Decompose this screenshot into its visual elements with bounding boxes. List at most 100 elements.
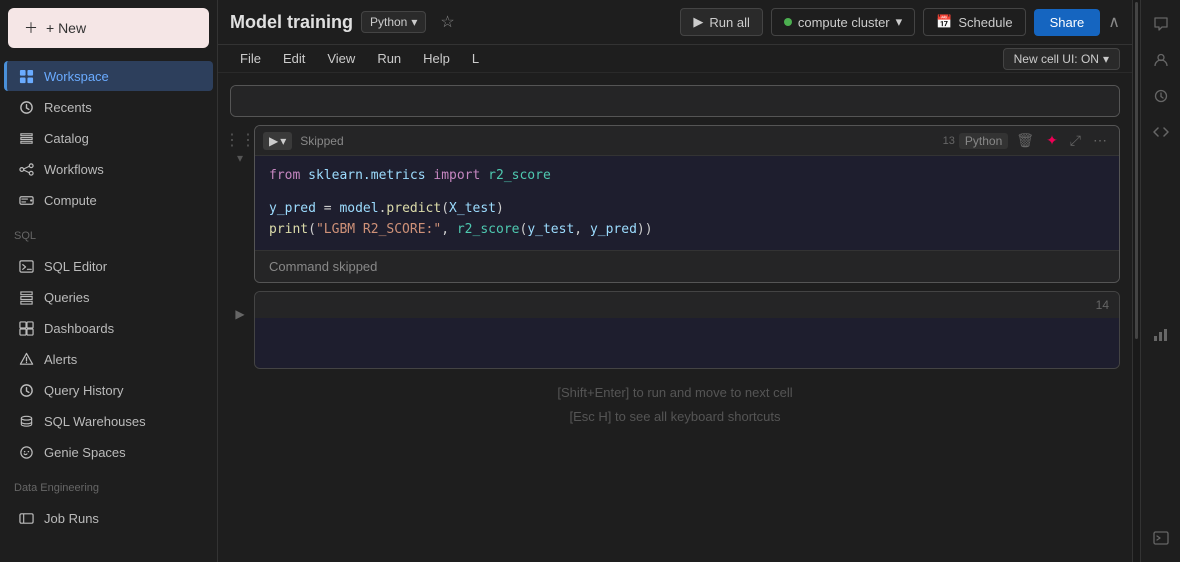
cluster-button[interactable]: compute cluster ▾	[771, 8, 915, 36]
dashboards-icon	[18, 320, 34, 336]
schedule-label: Schedule	[958, 15, 1012, 30]
cell-14-number: 14	[1096, 298, 1109, 312]
cluster-chevron-icon: ▾	[896, 14, 903, 30]
notebook-content[interactable]: ⋮⋮ ▾ ▶ ▾ Skipped 13 Python 🗑 ✦ ⤢	[218, 73, 1132, 562]
sql-nav: SQL Editor Queries Dashboards Alerts Que…	[0, 246, 217, 472]
star-button[interactable]: ☆	[434, 10, 460, 34]
sidebar-item-recents[interactable]: Recents	[4, 92, 213, 122]
catalog-icon	[18, 130, 34, 146]
new-cell-chevron-icon: ▾	[1103, 52, 1109, 66]
cell-13-language: Python	[959, 133, 1008, 149]
run-cell-13-button[interactable]: ▶ ▾	[263, 132, 292, 150]
menu-bar: File Edit View Run Help L New cell UI: O…	[218, 45, 1132, 73]
schedule-button[interactable]: 📅 Schedule	[923, 8, 1025, 36]
keyboard-hints: [Shift+Enter] to run and move to next ce…	[230, 381, 1120, 428]
query-history-label: Query History	[44, 383, 123, 398]
code-line-3: print("LGBM R2_SCORE:", r2_score(y_test,…	[269, 220, 1105, 241]
notebook-title: Model training	[230, 12, 353, 33]
cell-14[interactable]: 14	[254, 291, 1120, 369]
genie-spaces-icon	[18, 444, 34, 460]
menu-view[interactable]: View	[317, 47, 365, 70]
sidebar-item-workspace[interactable]: Workspace	[4, 61, 213, 91]
collapse-sidebar-button[interactable]: ∧	[1108, 12, 1120, 32]
catalog-label: Catalog	[44, 131, 89, 146]
sidebar-item-compute[interactable]: Compute	[4, 185, 213, 215]
cell-13: ▶ ▾ Skipped 13 Python 🗑 ✦ ⤢ ⋯ from sklea…	[254, 125, 1120, 283]
drag-handle-icon[interactable]: ⋮⋮	[224, 133, 256, 149]
menu-file[interactable]: File	[230, 47, 271, 70]
genie-spaces-label: Genie Spaces	[44, 445, 126, 460]
sidebar-item-genie-spaces[interactable]: Genie Spaces	[4, 437, 213, 467]
play-icon: ▶	[693, 14, 703, 30]
workflows-icon	[18, 161, 34, 177]
language-label: Python	[370, 15, 407, 29]
language-selector[interactable]: Python ▾	[361, 11, 426, 33]
sidebar-item-workflows[interactable]: Workflows	[4, 154, 213, 184]
hint-line-2: [Esc H] to see all keyboard shortcuts	[230, 405, 1120, 428]
queries-icon	[18, 289, 34, 305]
compute-label: Compute	[44, 193, 97, 208]
cluster-status-dot	[784, 18, 792, 26]
cell-13-expand-button[interactable]: ⤢	[1066, 130, 1085, 151]
workspace-icon	[18, 68, 34, 84]
code-icon[interactable]	[1145, 116, 1177, 148]
sidebar: ＋ + New Workspace Recents Catalog Work	[0, 0, 218, 562]
menu-l[interactable]: L	[462, 47, 489, 70]
cell-13-number: 13	[943, 135, 955, 147]
main-nav: Workspace Recents Catalog Workflows Comp…	[0, 56, 217, 220]
alerts-label: Alerts	[44, 352, 77, 367]
job-runs-label: Job Runs	[44, 511, 99, 526]
cell-13-ai-button[interactable]: ✦	[1042, 130, 1062, 151]
top-bar: Model training Python ▾ ☆ ▶ Run all comp…	[218, 0, 1132, 45]
cell-13-status: Skipped	[300, 134, 343, 148]
run-all-label: Run all	[709, 15, 749, 30]
scrollbar-track[interactable]	[1132, 0, 1140, 562]
new-cell-ui-toggle[interactable]: New cell UI: ON ▾	[1003, 48, 1120, 70]
code-blank-line	[269, 187, 1105, 199]
cell-14-code-area[interactable]	[255, 318, 1119, 368]
sidebar-item-job-runs[interactable]: Job Runs	[4, 503, 213, 533]
menu-run[interactable]: Run	[367, 47, 411, 70]
collapse-cell-icon[interactable]: ▾	[237, 151, 243, 165]
sidebar-item-queries[interactable]: Queries	[4, 282, 213, 312]
cell-13-gutter: ⋮⋮ ▾	[230, 125, 250, 165]
user-icon[interactable]	[1145, 44, 1177, 76]
cell-13-delete-button[interactable]: 🗑	[1012, 130, 1038, 151]
sidebar-item-dashboards[interactable]: Dashboards	[4, 313, 213, 343]
data-eng-section-label: Data Engineering	[0, 472, 217, 498]
code-line-1: from sklearn.metrics import r2_score	[269, 166, 1105, 187]
sidebar-item-sql-warehouses[interactable]: SQL Warehouses	[4, 406, 213, 436]
compute-icon	[18, 192, 34, 208]
cell-partial-top	[230, 85, 1120, 117]
new-cell-toggle-label: New cell UI: ON	[1014, 52, 1099, 66]
chart-icon[interactable]	[1145, 319, 1177, 351]
menu-help[interactable]: Help	[413, 47, 460, 70]
history-icon[interactable]	[1145, 80, 1177, 112]
sidebar-item-alerts[interactable]: Alerts	[4, 344, 213, 374]
sql-warehouses-label: SQL Warehouses	[44, 414, 146, 429]
code-line-2: y_pred = model.predict(X_test)	[269, 199, 1105, 220]
new-button[interactable]: ＋ + New	[8, 8, 209, 48]
cell-13-more-button[interactable]: ⋯	[1089, 130, 1111, 151]
job-runs-icon	[18, 510, 34, 526]
chevron-down-icon: ▾	[411, 15, 417, 29]
menu-edit[interactable]: Edit	[273, 47, 315, 70]
sidebar-item-sql-editor[interactable]: SQL Editor	[4, 251, 213, 281]
cluster-label: compute cluster	[798, 15, 890, 30]
share-button[interactable]: Share	[1034, 9, 1101, 36]
cell-14-gutter: ▶	[230, 291, 250, 321]
scrollbar-thumb[interactable]	[1135, 2, 1138, 339]
sidebar-item-query-history[interactable]: Query History	[4, 375, 213, 405]
right-sidebar	[1140, 0, 1180, 562]
dashboards-label: Dashboards	[44, 321, 114, 336]
cell-13-toolbar: ▶ ▾ Skipped 13 Python 🗑 ✦ ⤢ ⋯	[255, 126, 1119, 156]
notebook-panel: Model training Python ▾ ☆ ▶ Run all comp…	[218, 0, 1132, 562]
sql-editor-label: SQL Editor	[44, 259, 107, 274]
comments-icon[interactable]	[1145, 8, 1177, 40]
cell-13-code[interactable]: from sklearn.metrics import r2_score y_p…	[255, 156, 1119, 250]
run-all-button[interactable]: ▶ Run all	[680, 8, 762, 36]
queries-label: Queries	[44, 290, 90, 305]
terminal-icon[interactable]	[1145, 522, 1177, 554]
run-cell-14-icon[interactable]: ▶	[235, 307, 244, 321]
sidebar-item-catalog[interactable]: Catalog	[4, 123, 213, 153]
